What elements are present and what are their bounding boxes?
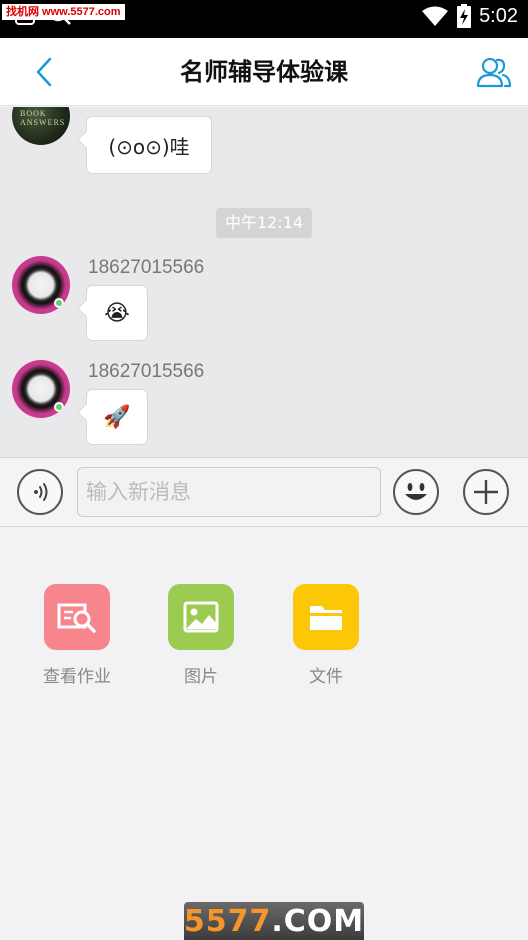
avatar[interactable]: BOOK ANSWERS	[12, 107, 70, 145]
message-bubble[interactable]: 😭	[86, 285, 148, 341]
message-text: (⊙o⊙)哇	[108, 134, 190, 159]
header: 名师辅导体验课	[0, 38, 528, 106]
sender-name: 18627015566	[88, 361, 205, 382]
emoji-button[interactable]	[393, 469, 439, 515]
avatar[interactable]	[12, 256, 70, 314]
chat-messages[interactable]: BOOK ANSWERS (⊙o⊙)哇 中午12:14 18627015566 …	[0, 107, 528, 457]
group-icon	[476, 57, 512, 88]
voice-button[interactable]	[17, 469, 63, 515]
tool-label: 图片	[184, 667, 218, 687]
back-button[interactable]	[24, 52, 64, 92]
sender-name: 18627015566	[88, 257, 205, 278]
message-bubble[interactable]: 🚀	[86, 389, 148, 445]
clock: 5:02	[479, 4, 518, 27]
more-button[interactable]	[463, 469, 509, 515]
wifi-icon	[422, 6, 449, 26]
tool-image[interactable]: 图片	[151, 584, 251, 687]
attachment-panel: 查看作业 图片 文件	[0, 528, 528, 940]
avatar[interactable]	[12, 360, 70, 418]
folder-icon	[293, 584, 359, 650]
tool-label: 文件	[309, 667, 343, 687]
message-input[interactable]	[77, 467, 381, 517]
online-indicator	[54, 298, 64, 308]
message-input-bar	[0, 457, 528, 527]
status-bar: 找机网 www.5577.com 5:02	[0, 0, 528, 38]
page-title: 名师辅导体验课	[180, 58, 348, 86]
battery-charging-icon	[457, 4, 472, 28]
site-watermark: 找机网 www.5577.com	[2, 4, 125, 20]
avatar-book-text: BOOK ANSWERS	[20, 109, 66, 127]
plus-icon	[474, 480, 498, 504]
image-icon	[168, 584, 234, 650]
watermark-domain: .COM	[271, 903, 365, 939]
crying-emoji-icon: 😭	[104, 300, 130, 326]
chevron-left-icon	[36, 57, 52, 87]
tool-view-homework[interactable]: 查看作业	[27, 584, 127, 687]
voice-icon	[34, 483, 48, 501]
group-members-button[interactable]	[476, 54, 512, 90]
rocket-emoji-icon: 🚀	[103, 404, 131, 430]
tool-label: 查看作业	[43, 667, 111, 687]
smiley-icon	[405, 483, 427, 500]
online-indicator	[54, 402, 64, 412]
site-watermark-logo: 5577 .COM	[184, 902, 364, 940]
search-document-icon	[44, 584, 110, 650]
time-divider: 中午12:14	[216, 208, 312, 238]
watermark-number: 5577	[183, 903, 272, 939]
tool-file[interactable]: 文件	[276, 584, 376, 687]
message-bubble[interactable]: (⊙o⊙)哇	[86, 116, 212, 174]
